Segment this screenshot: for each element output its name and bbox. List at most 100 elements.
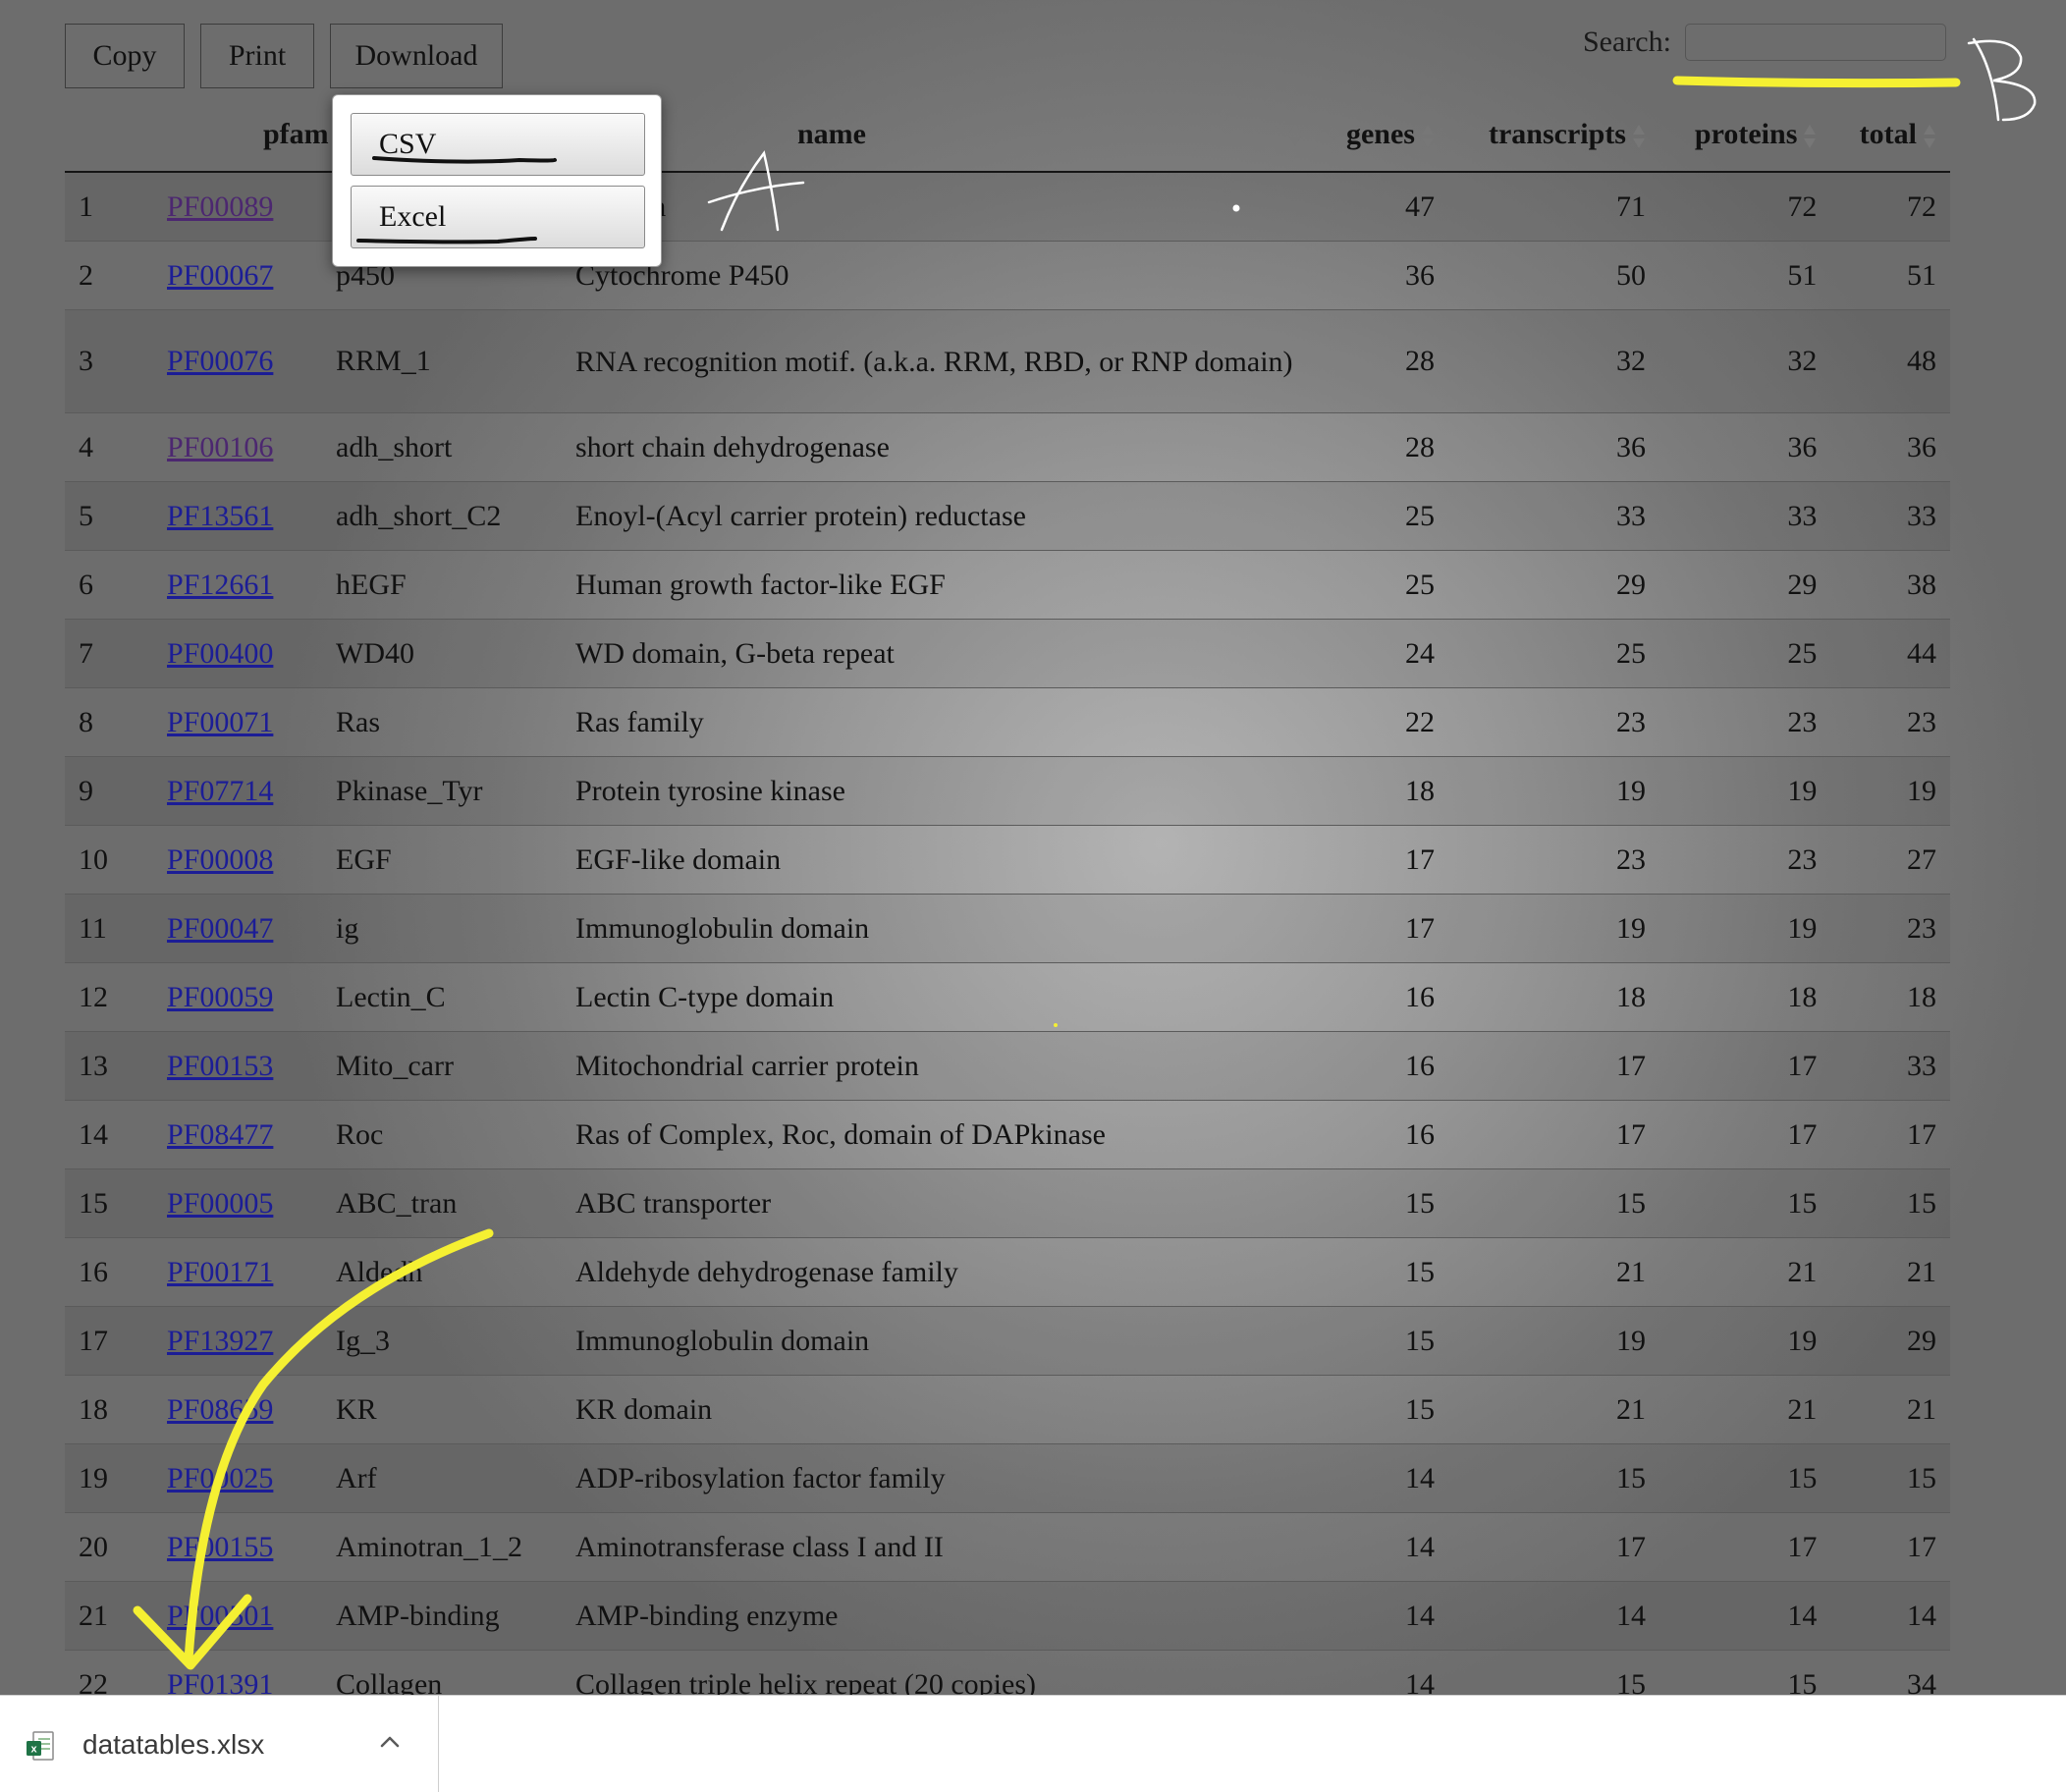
column-header-total[interactable]: total bbox=[1830, 98, 1950, 173]
column-header-proteins[interactable]: proteins bbox=[1658, 98, 1831, 173]
cell-total-count: 29 bbox=[1830, 1306, 1950, 1376]
cell-short-name: Ras bbox=[322, 687, 562, 757]
cell-total-count: 36 bbox=[1830, 412, 1950, 482]
pfam-link[interactable]: PF00047 bbox=[167, 912, 273, 945]
cell-row-index: 17 bbox=[65, 1306, 153, 1376]
cell-total-count: 21 bbox=[1830, 1375, 1950, 1444]
cell-proteins-count: 14 bbox=[1658, 1581, 1831, 1651]
cell-row-index: 9 bbox=[65, 756, 153, 826]
pfam-link[interactable]: PF00071 bbox=[167, 706, 273, 738]
download-button[interactable]: Download bbox=[330, 24, 503, 88]
cell-row-index: 4 bbox=[65, 412, 153, 482]
search-input[interactable] bbox=[1684, 24, 1946, 61]
sort-icon bbox=[1288, 122, 1302, 147]
cell-short-name: AMP-binding bbox=[322, 1581, 562, 1651]
pfam-link[interactable]: PF00155 bbox=[167, 1531, 273, 1563]
pfam-link[interactable]: PF07714 bbox=[167, 775, 273, 807]
cell-genes-count: 36 bbox=[1316, 241, 1448, 310]
pfam-link[interactable]: PF00089 bbox=[167, 190, 273, 223]
cell-transcripts-count: 15 bbox=[1447, 1168, 1659, 1238]
column-header-label: total bbox=[1859, 118, 1917, 150]
cell-proteins-count: 36 bbox=[1658, 412, 1831, 482]
cell-genes-count: 16 bbox=[1316, 1100, 1448, 1169]
menu-underline-marks bbox=[356, 156, 557, 244]
cell-total-count: 21 bbox=[1830, 1237, 1950, 1307]
pfam-link[interactable]: PF00076 bbox=[167, 345, 273, 377]
chevron-up-icon[interactable] bbox=[379, 1735, 401, 1754]
column-header-label: name bbox=[797, 118, 866, 150]
cell-pfam-link: PF00155 bbox=[153, 1512, 322, 1582]
sort-icon bbox=[1421, 124, 1435, 149]
cell-total-count: 44 bbox=[1830, 619, 1950, 688]
pfam-link[interactable]: PF13561 bbox=[167, 500, 273, 532]
pfam-link[interactable]: PF00400 bbox=[167, 637, 273, 670]
cell-genes-count: 47 bbox=[1316, 171, 1448, 242]
cell-transcripts-count: 18 bbox=[1447, 962, 1659, 1032]
cell-pfam-link: PF08477 bbox=[153, 1100, 322, 1169]
cell-short-name: Lectin_C bbox=[322, 962, 562, 1032]
cell-proteins-count: 32 bbox=[1658, 309, 1831, 413]
cell-short-name: Ig_3 bbox=[322, 1306, 562, 1376]
pfam-link[interactable]: PF00501 bbox=[167, 1600, 273, 1632]
cell-total-count: 17 bbox=[1830, 1512, 1950, 1582]
cell-pfam-link: PF00400 bbox=[153, 619, 322, 688]
table-row: 8 PF00071 Ras Ras family 22 23 23 23 bbox=[65, 687, 1950, 757]
pfam-link[interactable]: PF00106 bbox=[167, 431, 273, 463]
cell-total-count: 23 bbox=[1830, 687, 1950, 757]
cell-short-name: hEGF bbox=[322, 550, 562, 620]
cell-family-name: Protein tyrosine kinase bbox=[562, 756, 1316, 826]
cell-genes-count: 18 bbox=[1316, 756, 1448, 826]
cell-total-count: 14 bbox=[1830, 1581, 1950, 1651]
cell-row-index: 2 bbox=[65, 241, 153, 310]
cell-transcripts-count: 32 bbox=[1447, 309, 1659, 413]
cell-total-count: 27 bbox=[1830, 825, 1950, 895]
column-header-genes[interactable]: genes bbox=[1316, 98, 1448, 173]
cell-pfam-link: PF13927 bbox=[153, 1306, 322, 1376]
cell-short-name: Mito_carr bbox=[322, 1031, 562, 1101]
cell-total-count: 51 bbox=[1830, 241, 1950, 310]
cell-row-index: 6 bbox=[65, 550, 153, 620]
print-button[interactable]: Print bbox=[200, 24, 314, 88]
cell-family-name: Cytochrome P450 bbox=[562, 241, 1316, 310]
cell-genes-count: 15 bbox=[1316, 1306, 1448, 1376]
cell-total-count: 48 bbox=[1830, 309, 1950, 413]
table-row: 18 PF08659 KR KR domain 15 21 21 21 bbox=[65, 1375, 1950, 1444]
cell-short-name: ABC_tran bbox=[322, 1168, 562, 1238]
cell-proteins-count: 23 bbox=[1658, 687, 1831, 757]
column-header-label: proteins bbox=[1694, 118, 1798, 150]
cell-pfam-link: PF00008 bbox=[153, 825, 322, 895]
pfam-link[interactable]: PF00005 bbox=[167, 1187, 273, 1220]
sort-icon bbox=[1632, 124, 1646, 149]
pfam-link[interactable]: PF00171 bbox=[167, 1256, 273, 1288]
pfam-link[interactable]: PF08659 bbox=[167, 1393, 273, 1426]
column-header-transcripts[interactable]: transcripts bbox=[1447, 98, 1659, 173]
table-row: 20 PF00155 Aminotran_1_2 Aminotransferase c… bbox=[65, 1512, 1950, 1582]
cell-short-name: ig bbox=[322, 894, 562, 963]
pfam-link[interactable]: PF00067 bbox=[167, 259, 273, 292]
cell-total-count: 33 bbox=[1830, 481, 1950, 551]
cell-row-index: 16 bbox=[65, 1237, 153, 1307]
pfam-link[interactable]: PF00153 bbox=[167, 1050, 273, 1082]
cell-transcripts-count: 50 bbox=[1447, 241, 1659, 310]
pfam-link[interactable]: PF13927 bbox=[167, 1325, 273, 1357]
pfam-link[interactable]: PF12661 bbox=[167, 569, 273, 601]
pfam-link[interactable]: PF00025 bbox=[167, 1462, 273, 1494]
column-header-label: pfam bbox=[263, 118, 329, 150]
cell-proteins-count: 21 bbox=[1658, 1237, 1831, 1307]
pfam-link[interactable]: PF08477 bbox=[167, 1118, 273, 1151]
column-header-name[interactable]: name bbox=[562, 98, 1316, 173]
cell-family-name: ADP-ribosylation factor family bbox=[562, 1443, 1316, 1513]
table-row: 12 PF00059 Lectin_C Lectin C-type domain 16 1… bbox=[65, 962, 1950, 1032]
cell-pfam-link: PF00067 bbox=[153, 241, 322, 310]
pfam-link[interactable]: PF00008 bbox=[167, 843, 273, 876]
download-item[interactable]: x datatables.xlsx bbox=[0, 1696, 439, 1792]
cell-pfam-link: PF00071 bbox=[153, 687, 322, 757]
cell-row-index: 1 bbox=[65, 171, 153, 242]
cell-genes-count: 15 bbox=[1316, 1237, 1448, 1307]
table-row: 14 PF08477 Roc Ras of Complex, Roc, domain … bbox=[65, 1100, 1950, 1169]
pfam-link[interactable]: PF00059 bbox=[167, 981, 273, 1013]
copy-button[interactable]: Copy bbox=[65, 24, 185, 88]
table-row: 11 PF00047 ig Immunoglobulin domain 17 19 19 23 bbox=[65, 894, 1950, 963]
cell-transcripts-count: 19 bbox=[1447, 1306, 1659, 1376]
cell-proteins-count: 19 bbox=[1658, 756, 1831, 826]
